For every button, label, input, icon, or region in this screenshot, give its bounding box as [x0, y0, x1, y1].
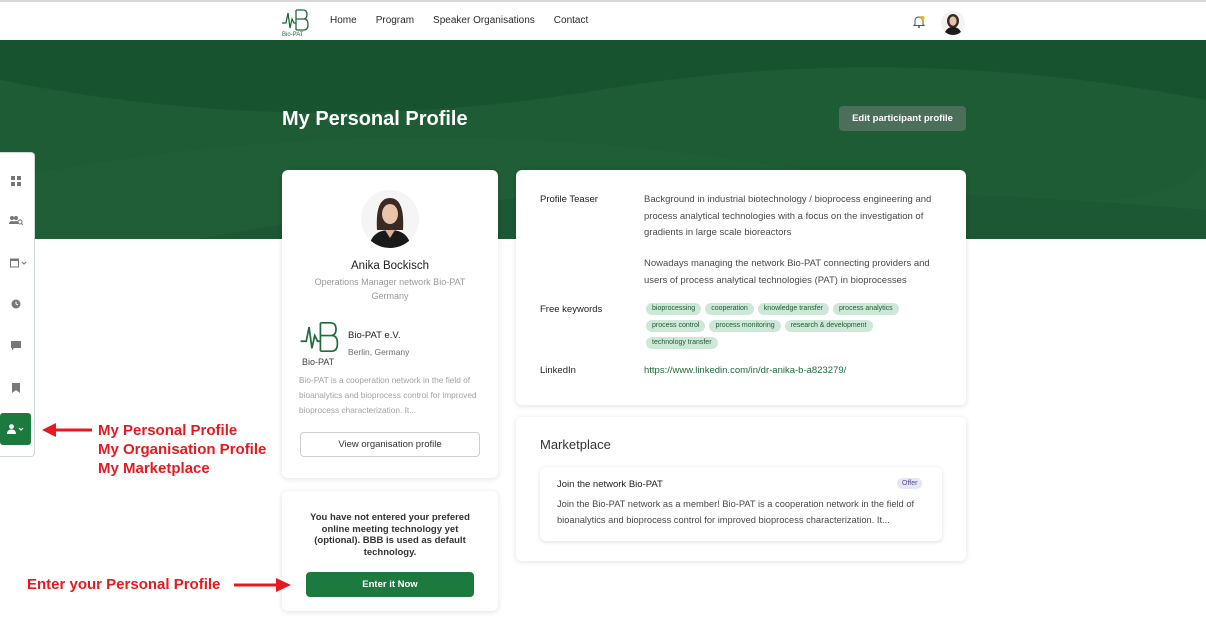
- bookmark-icon[interactable]: [9, 382, 23, 394]
- profile-name: Anika Bockisch: [351, 260, 429, 272]
- marketplace-item[interactable]: Join the network Bio-PAT Offer Join the …: [540, 467, 942, 541]
- annotation-my-organisation-profile: My Organisation Profile: [98, 441, 267, 458]
- org-description: Bio-PAT is a cooperation network in the …: [299, 375, 477, 415]
- org-logo-icon: Bio-PAT: [299, 320, 339, 367]
- page: Bio-PAT Home Program Speaker Organisatio…: [0, 0, 1206, 634]
- page-title: My Personal Profile: [282, 108, 468, 130]
- chat-icon[interactable]: [9, 340, 23, 352]
- annotation-arrow-left-icon: [42, 423, 92, 437]
- keyword-tag: process analytics: [832, 303, 899, 315]
- profile-menu-toggle[interactable]: [0, 413, 31, 445]
- free-keywords-label: Free keywords: [540, 304, 603, 315]
- annotation-enter-profile: Enter your Personal Profile: [27, 576, 221, 593]
- enter-it-now-button[interactable]: Enter it Now: [306, 572, 474, 597]
- dashboard-icon[interactable]: [9, 175, 23, 187]
- marketplace-title: Marketplace: [540, 437, 611, 452]
- profile-card: Anika Bockisch Operations Manager networ…: [282, 170, 498, 478]
- profile-location: Germany: [371, 291, 409, 301]
- keyword-list: bioprocessing cooperation knowledge tran…: [646, 303, 946, 349]
- logo-icon[interactable]: Bio-PAT: [281, 8, 309, 40]
- profile-photo: [361, 190, 419, 248]
- linkedin-link[interactable]: https://www.linkedin.com/in/dr-anika-b-a…: [644, 365, 846, 376]
- keyword-tag: knowledge transfer: [757, 303, 829, 315]
- people-search-icon[interactable]: [9, 214, 23, 226]
- clock-icon[interactable]: [9, 298, 23, 310]
- edit-participant-profile-button[interactable]: Edit participant profile: [839, 106, 966, 131]
- bell-icon[interactable]: [912, 15, 926, 28]
- profile-role: Operations Manager network Bio-PAT: [314, 277, 466, 287]
- marketplace-card: Marketplace Join the network Bio-PAT Off…: [516, 417, 966, 561]
- org-city: Berlin, Germany: [348, 347, 410, 357]
- meeting-technology-card: You have not entered your prefered onlin…: [282, 491, 498, 611]
- view-organisation-profile-button[interactable]: View organisation profile: [300, 432, 480, 457]
- keyword-tag: process monitoring: [709, 320, 781, 332]
- nav-speaker-organisations[interactable]: Speaker Organisations: [433, 15, 535, 26]
- annotation-menu-list: My Personal Profile My Organisation Prof…: [98, 421, 266, 478]
- calendar-icon[interactable]: [9, 257, 29, 269]
- offer-badge: Offer: [897, 478, 923, 489]
- linkedin-label: LinkedIn: [540, 365, 576, 376]
- annotation-arrow-right-icon: [234, 578, 291, 592]
- profile-teaser-paragraph-2: Nowadays managing the network Bio-PAT co…: [644, 258, 930, 286]
- marketplace-item-title: Join the network Bio-PAT: [557, 479, 663, 490]
- nav-contact[interactable]: Contact: [554, 15, 588, 26]
- avatar[interactable]: [941, 11, 965, 35]
- side-menu: [0, 152, 35, 457]
- nav-home[interactable]: Home: [330, 15, 357, 26]
- annotation-my-marketplace: My Marketplace: [98, 460, 210, 477]
- logo-text: Bio-PAT: [282, 32, 304, 38]
- keyword-tag: process control: [646, 320, 706, 332]
- org-logo-text: Bio-PAT: [302, 357, 335, 367]
- main-nav: Home Program Speaker Organisations Conta…: [330, 15, 607, 26]
- profile-teaser-paragraph-1: Background in industrial biotechnology /…: [644, 194, 932, 238]
- keyword-tag: bioprocessing: [646, 303, 702, 315]
- keyword-tag: technology transfer: [646, 337, 718, 349]
- marketplace-item-description: Join the Bio-PAT network as a member! Bi…: [557, 499, 915, 525]
- annotation-my-personal-profile: My Personal Profile: [98, 422, 238, 439]
- profile-details-card: Profile Teaser Background in industrial …: [516, 170, 966, 405]
- meeting-notice: You have not entered your prefered onlin…: [310, 512, 470, 558]
- keyword-tag: cooperation: [705, 303, 754, 315]
- profile-teaser-label: Profile Teaser: [540, 194, 598, 205]
- nav-program[interactable]: Program: [376, 15, 414, 26]
- person-icon: [6, 424, 23, 434]
- org-name: Bio-PAT e.V.: [348, 330, 401, 341]
- top-navbar: Bio-PAT Home Program Speaker Organisatio…: [0, 2, 1206, 40]
- keyword-tag: research & development: [784, 320, 873, 332]
